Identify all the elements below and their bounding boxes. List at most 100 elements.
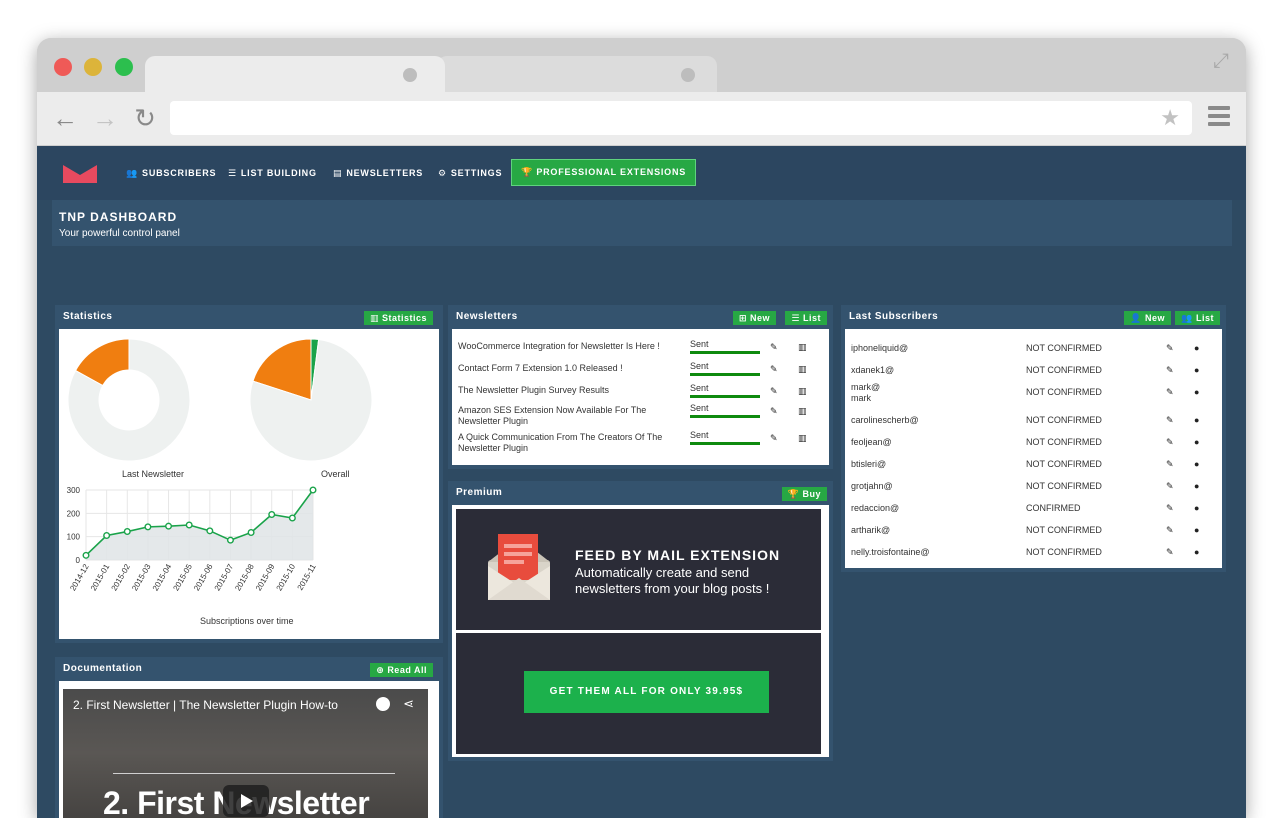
watch-later-icon[interactable] — [376, 697, 390, 711]
subscriber-email[interactable]: nelly.troisfontaine@ — [851, 547, 1011, 558]
data-point[interactable] — [206, 527, 214, 535]
user-icon[interactable]: ● — [1194, 365, 1199, 375]
nav-list-building[interactable]: ☰ LIST BUILDING — [228, 168, 317, 179]
edit-pencil-icon[interactable]: ✎ — [1166, 437, 1174, 448]
edit-pencil-icon[interactable]: ✎ — [770, 406, 778, 417]
maximize-window-button[interactable] — [115, 58, 133, 76]
user-icon[interactable]: ● — [1194, 503, 1199, 513]
edit-pencil-icon[interactable]: ✎ — [770, 433, 778, 444]
edit-pencil-icon[interactable]: ✎ — [770, 342, 778, 353]
bookmark-star-icon[interactable]: ★ — [1160, 105, 1180, 131]
subscriber-email[interactable]: feoljean@ — [851, 437, 1011, 448]
minimize-window-button[interactable] — [84, 58, 102, 76]
video-player[interactable]: 2. First Newsletter | The Newsletter Plu… — [63, 689, 428, 818]
subscriber-email[interactable]: mark@ mark — [851, 382, 891, 404]
user-icon[interactable]: ● — [1194, 459, 1199, 469]
subscriber-email[interactable]: iphoneliquid@ — [851, 343, 1011, 354]
statistics-button[interactable]: ▥ Statistics — [363, 311, 433, 325]
nav-professional-extensions[interactable]: 🏆 PROFESSIONAL EXTENSIONS — [511, 159, 697, 186]
nav-subscribers[interactable]: 👥 SUBSCRIBERS — [126, 168, 216, 179]
newsletter-subject[interactable]: The Newsletter Plugin Survey Results — [458, 385, 678, 396]
data-point[interactable] — [82, 551, 90, 559]
expand-icon[interactable]: ⤢ — [1210, 50, 1232, 72]
user-icon[interactable]: ● — [1194, 547, 1199, 557]
edit-pencil-icon[interactable]: ✎ — [1166, 547, 1174, 558]
edit-pencil-icon[interactable]: ✎ — [1166, 525, 1174, 536]
get-all-extensions-button[interactable]: GET THEM ALL FOR ONLY 39.95$ — [524, 671, 769, 713]
data-point[interactable] — [123, 528, 131, 536]
data-point[interactable] — [144, 523, 152, 531]
edit-pencil-icon[interactable]: ✎ — [1166, 415, 1174, 426]
browser-titlebar: ⤢ — [37, 38, 1246, 94]
buy-button[interactable]: 🏆 Buy — [781, 487, 827, 501]
edit-pencil-icon[interactable]: ✎ — [1166, 503, 1174, 514]
new-newsletter-button[interactable]: ⊞ New — [732, 311, 776, 325]
subscriber-email[interactable]: redaccion@ — [851, 503, 1011, 514]
user-icon[interactable]: ● — [1194, 343, 1199, 353]
nav-settings[interactable]: ⚙ SETTINGS — [438, 168, 502, 179]
data-point[interactable] — [185, 521, 193, 529]
tab-close-icon[interactable] — [403, 68, 417, 82]
subscriber-email[interactable]: btisleri@ — [851, 459, 1011, 470]
edit-pencil-icon[interactable]: ✎ — [770, 364, 778, 375]
play-button[interactable] — [223, 785, 269, 817]
bar-chart-icon: ▥ — [369, 313, 382, 323]
user-icon[interactable]: ● — [1194, 387, 1199, 397]
newsletter-subject[interactable]: Amazon SES Extension Now Available For T… — [458, 405, 678, 427]
panel-title: Statistics — [63, 311, 113, 322]
x-tick-label: 2014-12 — [68, 562, 91, 592]
user-icon[interactable]: ● — [1194, 525, 1199, 535]
data-point[interactable] — [268, 510, 276, 518]
pie1-label: Last Newsletter — [122, 469, 185, 479]
premium-offer-area: GET THEM ALL FOR ONLY 39.95$ — [456, 633, 821, 754]
bar-chart-icon[interactable]: ▥ — [798, 364, 807, 375]
data-point[interactable] — [247, 528, 255, 536]
browser-tab-2[interactable] — [437, 56, 717, 94]
data-point[interactable] — [103, 531, 111, 539]
close-window-button[interactable] — [54, 58, 72, 76]
data-point[interactable] — [288, 514, 296, 522]
share-icon[interactable]: ⋖ — [403, 696, 414, 712]
bar-chart-icon[interactable]: ▥ — [798, 342, 807, 353]
read-all-button[interactable]: ⊕ Read All — [370, 663, 433, 677]
bar-chart-icon[interactable]: ▥ — [798, 406, 807, 417]
address-bar[interactable]: ★ — [170, 101, 1192, 135]
edit-pencil-icon[interactable]: ✎ — [1166, 343, 1174, 354]
edit-pencil-icon[interactable]: ✎ — [1166, 481, 1174, 492]
bar-chart-icon[interactable]: ▥ — [798, 433, 807, 444]
browser-tab-1[interactable] — [145, 56, 445, 94]
forward-arrow-icon[interactable]: → — [91, 104, 119, 132]
data-point[interactable] — [226, 536, 234, 544]
subscriber-email[interactable]: artharik@ — [851, 525, 1011, 536]
edit-pencil-icon[interactable]: ✎ — [1166, 387, 1174, 398]
edit-pencil-icon[interactable]: ✎ — [1166, 365, 1174, 376]
data-point[interactable] — [165, 522, 173, 530]
y-tick-label: 200 — [67, 509, 81, 518]
list-newsletters-button[interactable]: ☰ List — [785, 311, 827, 325]
tab-close-icon[interactable] — [681, 68, 695, 82]
reload-icon[interactable]: ↻ — [131, 104, 159, 132]
edit-pencil-icon[interactable]: ✎ — [1166, 459, 1174, 470]
newsletter-logo-icon[interactable] — [63, 165, 97, 183]
video-title[interactable]: 2. First Newsletter | The Newsletter Plu… — [73, 698, 338, 712]
user-icon[interactable]: ● — [1194, 415, 1199, 425]
list-icon: ☰ — [791, 313, 803, 323]
user-icon[interactable]: ● — [1194, 437, 1199, 447]
user-icon[interactable]: ● — [1194, 481, 1199, 491]
feed-by-mail-banner[interactable]: FEED BY MAIL EXTENSION Automatically cre… — [456, 509, 821, 630]
newsletter-subject[interactable]: WooCommerce Integration for Newsletter I… — [458, 341, 678, 352]
data-point[interactable] — [309, 486, 317, 494]
newsletter-subject[interactable]: Contact Form 7 Extension 1.0 Released ! — [458, 363, 678, 374]
browser-menu-icon[interactable] — [1208, 106, 1230, 126]
newsletter-subject[interactable]: A Quick Communication From The Creators … — [458, 432, 678, 454]
new-subscriber-button[interactable]: 👤 New — [1124, 311, 1171, 325]
bar-chart-icon[interactable]: ▥ — [798, 386, 807, 397]
subscriber-email[interactable]: grotjahn@ — [851, 481, 1011, 492]
subscriber-email[interactable]: xdanek1@ — [851, 365, 1011, 376]
list-subscribers-button[interactable]: 👥 List — [1175, 311, 1220, 325]
back-arrow-icon[interactable]: ← — [51, 104, 79, 132]
subscriber-email[interactable]: carolinescherb@ — [851, 415, 1011, 426]
edit-pencil-icon[interactable]: ✎ — [770, 386, 778, 397]
users-icon: 👥 — [1181, 313, 1196, 323]
nav-newsletters[interactable]: ▤ NEWSLETTERS — [333, 168, 423, 179]
